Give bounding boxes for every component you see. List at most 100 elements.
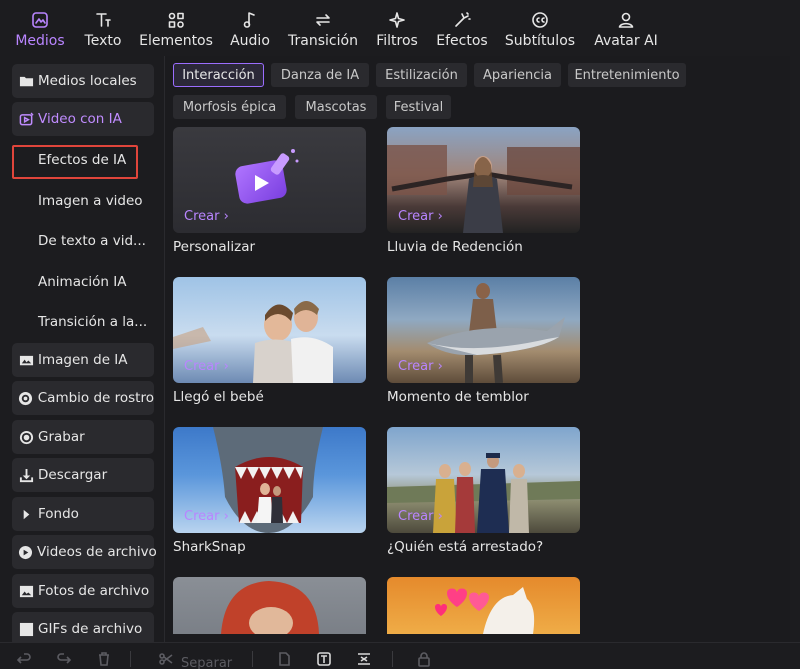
divider (252, 651, 253, 667)
sidebar-item-label: Grabar (38, 429, 85, 445)
filter-chip-morfosis-epica[interactable]: Morfosis épica (173, 95, 286, 119)
tab-subtitulos[interactable]: Subtítulos (504, 0, 576, 56)
sidebar-item-fondo[interactable]: Fondo (12, 497, 154, 531)
sidebar-subitem-transicion[interactable]: Transición a la... (38, 314, 147, 330)
document-icon[interactable] (274, 649, 294, 669)
sidebar-item-descargar[interactable]: Descargar (12, 458, 154, 492)
tab-label: Subtítulos (504, 33, 576, 49)
tab-label: Efectos (436, 33, 488, 49)
trim-icon[interactable] (354, 649, 374, 669)
record-icon (18, 429, 34, 445)
undo-icon[interactable] (14, 649, 34, 669)
stock-photo-icon (18, 583, 34, 599)
trash-icon[interactable] (94, 649, 114, 669)
effect-card-momento-temblor[interactable]: Crear › Momento de temblor (387, 277, 580, 417)
ai-video-effect-icon (235, 149, 299, 204)
sidebar-item-videos-archivo[interactable]: Videos de archivo (12, 535, 157, 569)
filter-chip-estilizacion[interactable]: Estilización (376, 63, 467, 87)
card-title: Llegó el bebé (173, 389, 264, 405)
tab-transicion[interactable]: Transición (288, 0, 358, 56)
tab-texto[interactable]: Texto (82, 0, 124, 56)
effect-card-personalizar[interactable]: Crear › Personalizar (173, 127, 366, 267)
tab-filtros[interactable]: Filtros (374, 0, 420, 56)
tab-label: Medios (15, 33, 65, 49)
stock-video-icon (18, 544, 33, 560)
sidebar-item-label: Video con IA (38, 111, 122, 127)
effect-card-7[interactable] (173, 577, 366, 634)
sidebar-item-label: GIFs de archivo (38, 621, 143, 637)
sidebar-subitem-animacion-ia[interactable]: Animación IA (38, 274, 126, 290)
elements-icon (165, 9, 187, 31)
folder-icon (18, 73, 34, 89)
create-link[interactable]: Crear › (398, 509, 443, 524)
tab-audio[interactable]: Audio (228, 0, 272, 56)
create-link[interactable]: Crear › (184, 509, 229, 524)
thumbnail-illustration (435, 587, 535, 634)
create-link[interactable]: Crear › (184, 209, 229, 224)
card-thumbnail: Crear › (173, 127, 366, 233)
create-link[interactable]: Crear › (184, 359, 229, 374)
text-box-icon[interactable] (314, 649, 334, 669)
effect-card-8[interactable] (387, 577, 580, 634)
sidebar-item-cambio-rostro[interactable]: Cambio de rostro (12, 381, 154, 415)
filter-chip-danza-ia[interactable]: Danza de IA (271, 63, 369, 87)
redo-icon[interactable] (54, 649, 74, 669)
sidebar-item-label: Medios locales (38, 73, 137, 89)
card-thumbnail: Crear › (387, 277, 580, 383)
download-icon (18, 467, 34, 483)
sidebar-item-label: Videos de archivo (37, 544, 157, 560)
sidebar-item-video-ia[interactable]: Video con IA (12, 102, 154, 136)
card-thumbnail: Crear › (387, 127, 580, 233)
card-thumbnail: Crear › (387, 427, 580, 533)
lock-icon[interactable] (414, 649, 434, 669)
sidebar-item-label: Cambio de rostro (37, 390, 154, 406)
tab-elementos[interactable]: Elementos (139, 0, 213, 56)
tab-label: Filtros (376, 33, 418, 49)
sidebar-item-gifs-archivo[interactable]: GIFs de archivo (12, 612, 154, 642)
divider (392, 651, 393, 667)
media-icon (29, 9, 51, 31)
card-title: ¿Quién está arrestado? (387, 539, 544, 555)
sidebar-item-medios-locales[interactable]: Medios locales (12, 64, 154, 98)
divider (130, 651, 131, 667)
sidebar-subitem-efectos-ia[interactable]: Efectos de IA (38, 152, 126, 168)
effect-card-quien-arrestado[interactable]: Crear › ¿Quién está arrestado? (387, 427, 580, 567)
tab-label: Audio (230, 33, 270, 49)
music-note-icon (239, 9, 261, 31)
sidebar-subitem-texto-video[interactable]: De texto a vid... (38, 233, 146, 249)
create-link[interactable]: Crear › (398, 359, 443, 374)
ai-video-icon (18, 111, 34, 127)
effect-card-sharksnap[interactable]: Crear › SharkSnap (173, 427, 366, 567)
tab-medios[interactable]: Medios (14, 0, 66, 56)
sidebar-item-grabar[interactable]: Grabar (12, 420, 154, 454)
sidebar-item-fotos-archivo[interactable]: Fotos de archivo (12, 574, 154, 608)
filter-chip-festival[interactable]: Festival (386, 95, 451, 119)
tab-label: Texto (84, 33, 122, 49)
card-thumbnail: Crear › (173, 427, 366, 533)
filter-chip-interaccion[interactable]: Interacción (173, 63, 264, 87)
effect-card-lluvia-redencion[interactable]: Crear › Lluvia de Redención (387, 127, 580, 267)
sidebar-subitem-imagen-video[interactable]: Imagen a video (38, 193, 143, 209)
avatar-icon (615, 9, 637, 31)
filter-chip-mascotas[interactable]: Mascotas (295, 95, 377, 119)
card-title: Personalizar (173, 239, 256, 255)
tab-label: Avatar AI (594, 33, 658, 49)
gif-icon (18, 621, 34, 637)
split-label[interactable]: Separar (181, 656, 232, 669)
ai-image-icon (18, 352, 34, 368)
filter-chip-apariencia[interactable]: Apariencia (474, 63, 561, 87)
filter-chip-entretenimiento[interactable]: Entretenimiento (568, 63, 686, 87)
thumbnail-illustration (221, 581, 319, 634)
effect-card-llego-bebe[interactable]: Crear › Llegó el bebé (173, 277, 366, 417)
create-link[interactable]: Crear › (398, 209, 443, 224)
tab-efectos[interactable]: Efectos (436, 0, 488, 56)
sidebar-item-imagen-ia[interactable]: Imagen de IA (12, 343, 154, 377)
sidebar-item-label: Fondo (38, 506, 79, 522)
timeline-toolbar: Separar (0, 642, 800, 669)
tab-avatar-ai[interactable]: Avatar AI (592, 0, 660, 56)
sparkle-icon (386, 9, 408, 31)
sidebar: Medios locales Video con IA Efectos de I… (0, 56, 165, 642)
card-title: Momento de temblor (387, 389, 529, 405)
transition-arrows-icon (312, 9, 334, 31)
split-icon[interactable] (156, 649, 176, 669)
